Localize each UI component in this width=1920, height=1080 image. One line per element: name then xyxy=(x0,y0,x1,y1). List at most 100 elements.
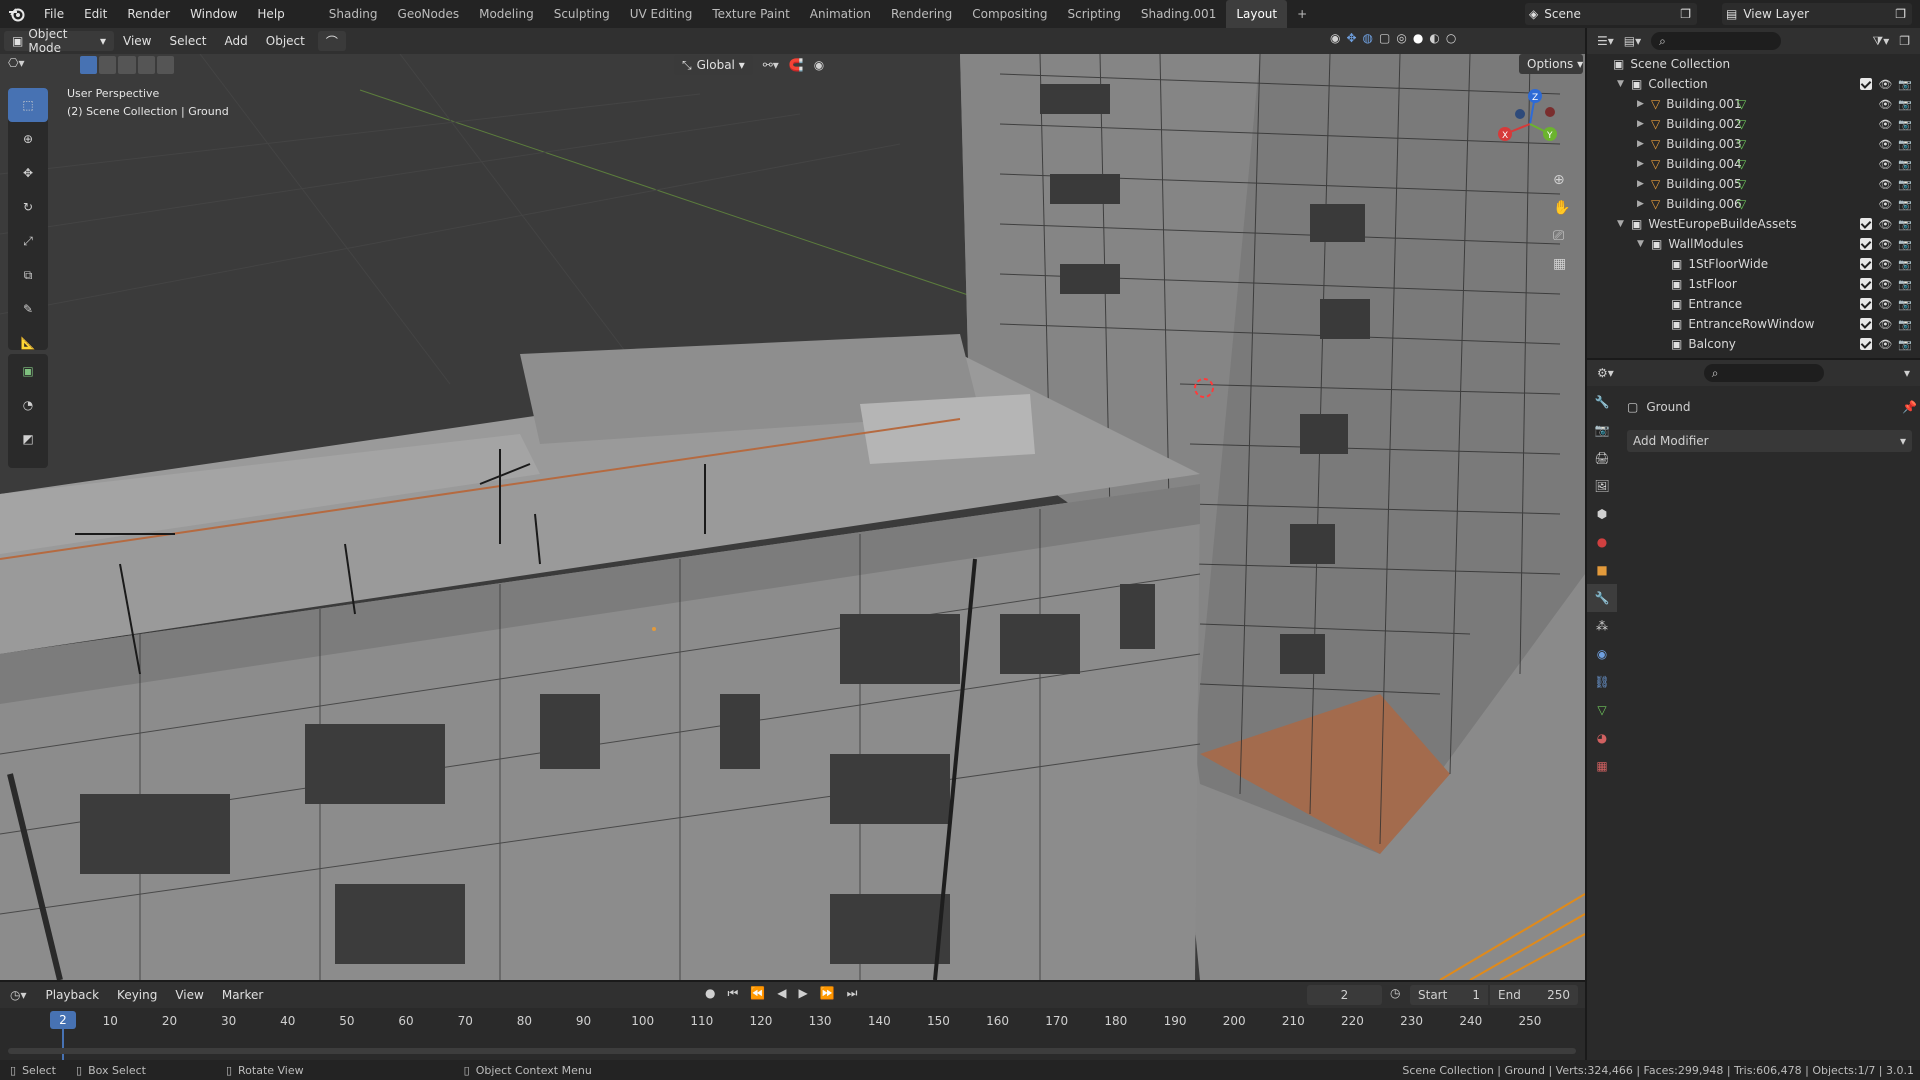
snap-icon[interactable]: ⌒ xyxy=(317,31,346,51)
new-collection-icon[interactable]: ❐ xyxy=(1899,34,1910,48)
chevron-down-icon[interactable]: ▾ xyxy=(1904,366,1910,380)
outliner-row[interactable]: ▣ Entrance 👁 📷 xyxy=(1587,294,1920,314)
eye-icon[interactable]: 👁 xyxy=(1878,118,1892,131)
mesh-data-icon[interactable]: ▽ xyxy=(1737,177,1746,191)
outliner-editor-icon[interactable]: ☰▾ xyxy=(1597,34,1614,48)
eye-icon[interactable]: 👁 xyxy=(1878,238,1892,251)
outliner-row[interactable]: ▶ ▽ Building.002 ▽ 👁 📷 xyxy=(1587,114,1920,134)
solid-shading-icon[interactable]: ● xyxy=(1413,31,1423,45)
add-cube-tool-icon[interactable]: ▣ xyxy=(8,354,48,388)
play-icon[interactable]: ▶ xyxy=(798,986,807,1001)
timeline-editor-icon[interactable]: ◷▾ xyxy=(10,988,27,1002)
start-frame-field[interactable]: Start 1 xyxy=(1410,985,1488,1005)
view-layer-selector[interactable]: ▤ View Layer ❐ xyxy=(1722,3,1912,25)
tool-tab-icon[interactable]: 🔧 xyxy=(1587,388,1617,416)
timeline-menu-marker[interactable]: Marker xyxy=(213,988,272,1002)
playhead-indicator[interactable]: 2 xyxy=(50,1011,76,1029)
timeline-menu-view[interactable]: View xyxy=(166,988,212,1002)
timeline-scrollbar[interactable] xyxy=(8,1048,1576,1054)
exclude-checkbox[interactable] xyxy=(1860,317,1873,330)
render-camera-icon[interactable]: 📷 xyxy=(1898,258,1912,271)
outliner-row[interactable]: ▣ 1StFloorWide 👁 📷 xyxy=(1587,254,1920,274)
expand-right-icon[interactable]: ▶ xyxy=(1637,119,1651,129)
filter-icon[interactable]: ⧩▾ xyxy=(1873,34,1890,49)
select-extend-icon[interactable] xyxy=(99,56,117,74)
ortho-grid-icon[interactable]: ▦ xyxy=(1553,256,1570,272)
view-layer-tab-icon[interactable]: 🖼 xyxy=(1587,472,1617,500)
eye-icon[interactable]: 👁 xyxy=(1878,318,1892,331)
viewport-menu-add[interactable]: Add xyxy=(216,34,257,48)
outliner-row[interactable]: ▶ ▽ Building.003 ▽ 👁 📷 xyxy=(1587,134,1920,154)
particles-tab-icon[interactable]: ⁂ xyxy=(1587,612,1617,640)
tab-uv-editing[interactable]: UV Editing xyxy=(620,0,703,28)
tab-animation[interactable]: Animation xyxy=(800,0,881,28)
menu-help[interactable]: Help xyxy=(247,0,294,28)
expand-down-icon[interactable]: ▼ xyxy=(1637,239,1651,249)
tab-texture-paint[interactable]: Texture Paint xyxy=(702,0,799,28)
select-intersect-icon[interactable] xyxy=(156,56,175,74)
jump-keyframe-forward-icon[interactable]: ⏩ xyxy=(820,986,835,1001)
blender-logo-icon[interactable] xyxy=(0,0,34,28)
timeline-menu-playback[interactable]: Playback xyxy=(37,988,109,1002)
outliner-row[interactable]: ▶ ▽ Building.005 ▽ 👁 📷 xyxy=(1587,174,1920,194)
add-modifier-dropdown[interactable]: Add Modifier ▾ xyxy=(1627,430,1912,452)
display-mode-icon[interactable]: ▤▾ xyxy=(1624,34,1641,48)
tab-rendering[interactable]: Rendering xyxy=(881,0,962,28)
camera-view-icon[interactable]: ⎚ xyxy=(1553,228,1570,244)
expand-right-icon[interactable]: ▶ xyxy=(1637,159,1651,169)
render-tab-icon[interactable]: 📷 xyxy=(1587,416,1617,444)
pin-icon[interactable]: 📌 xyxy=(1902,400,1917,414)
navigation-gizmo[interactable]: Z X Y xyxy=(1490,84,1570,164)
select-subtract-icon[interactable] xyxy=(118,56,136,74)
mesh-data-icon[interactable]: ▽ xyxy=(1737,197,1746,211)
eye-icon[interactable]: 👁 xyxy=(1878,78,1892,91)
viewport-menu-view[interactable]: View xyxy=(114,34,160,48)
zoom-icon[interactable]: ⊕ xyxy=(1553,172,1570,188)
scene-selector[interactable]: ◈ Scene ❐ xyxy=(1525,3,1697,25)
exclude-checkbox[interactable] xyxy=(1860,77,1873,90)
expand-right-icon[interactable]: ▶ xyxy=(1637,139,1651,149)
jump-start-icon[interactable]: ⏮ xyxy=(727,986,738,1001)
properties-search-input[interactable]: ⌕ xyxy=(1703,364,1824,382)
annotate-tool-icon[interactable]: ✎ xyxy=(8,292,48,326)
modifier-tab-icon[interactable]: 🔧 xyxy=(1587,584,1617,612)
rotate-tool-icon[interactable]: ↻ xyxy=(8,190,48,224)
constraints-tab-icon[interactable]: ⛓ xyxy=(1587,668,1617,696)
outliner-row[interactable]: ▼ ▣ WestEuropeBuildeAssets 👁 📷 xyxy=(1587,214,1920,234)
tab-scripting[interactable]: Scripting xyxy=(1057,0,1130,28)
pan-hand-icon[interactable]: ✋ xyxy=(1553,200,1570,216)
viewport-menu-object[interactable]: Object xyxy=(257,34,314,48)
jump-end-icon[interactable]: ⏭ xyxy=(847,986,858,1001)
render-camera-icon[interactable]: 📷 xyxy=(1898,298,1912,311)
select-invert-icon[interactable] xyxy=(137,56,155,74)
render-camera-icon[interactable]: 📷 xyxy=(1898,158,1912,171)
outliner-row[interactable]: ▶ ▽ Building.004 ▽ 👁 📷 xyxy=(1587,154,1920,174)
proportional-edit-icon[interactable]: ◉ xyxy=(814,58,824,72)
menu-render[interactable]: Render xyxy=(117,0,180,28)
tab-layout[interactable]: Layout xyxy=(1226,0,1288,28)
expand-right-icon[interactable]: ▶ xyxy=(1637,99,1651,109)
outliner-row[interactable]: ▣ EntranceRowWindow 👁 📷 xyxy=(1587,314,1920,334)
exclude-checkbox[interactable] xyxy=(1860,217,1873,230)
render-camera-icon[interactable]: 📷 xyxy=(1898,198,1912,211)
exclude-checkbox[interactable] xyxy=(1860,257,1873,270)
world-tab-icon[interactable]: ● xyxy=(1587,528,1617,556)
object-tab-icon[interactable]: ■ xyxy=(1587,556,1617,584)
xray-icon[interactable]: ▢ xyxy=(1379,31,1390,45)
new-view-layer-icon[interactable]: ❐ xyxy=(1895,7,1912,21)
record-icon[interactable]: ● xyxy=(705,986,715,1001)
3d-viewport[interactable]: User Perspective (2) Scene Collection | … xyxy=(0,54,1585,980)
outliner-row[interactable]: ▼ ▣ Collection 👁 📷 xyxy=(1587,74,1920,94)
render-camera-icon[interactable]: 📷 xyxy=(1898,338,1912,351)
scene-tab-icon[interactable]: ⬢ xyxy=(1587,500,1617,528)
render-camera-icon[interactable]: 📷 xyxy=(1898,238,1912,251)
material-tab-icon[interactable]: ◕ xyxy=(1587,724,1617,752)
tab-compositing[interactable]: Compositing xyxy=(962,0,1057,28)
menu-window[interactable]: Window xyxy=(180,0,247,28)
expand-right-icon[interactable]: ▶ xyxy=(1637,179,1651,189)
cursor-tool-icon[interactable]: ⊕ xyxy=(8,122,48,156)
shear-tool-icon[interactable]: ◩ xyxy=(8,422,48,456)
add-workspace-button[interactable]: + xyxy=(1287,0,1317,28)
eye-icon[interactable]: 👁 xyxy=(1878,98,1892,111)
outliner-row[interactable]: ▣ 1stFloor 👁 📷 xyxy=(1587,274,1920,294)
